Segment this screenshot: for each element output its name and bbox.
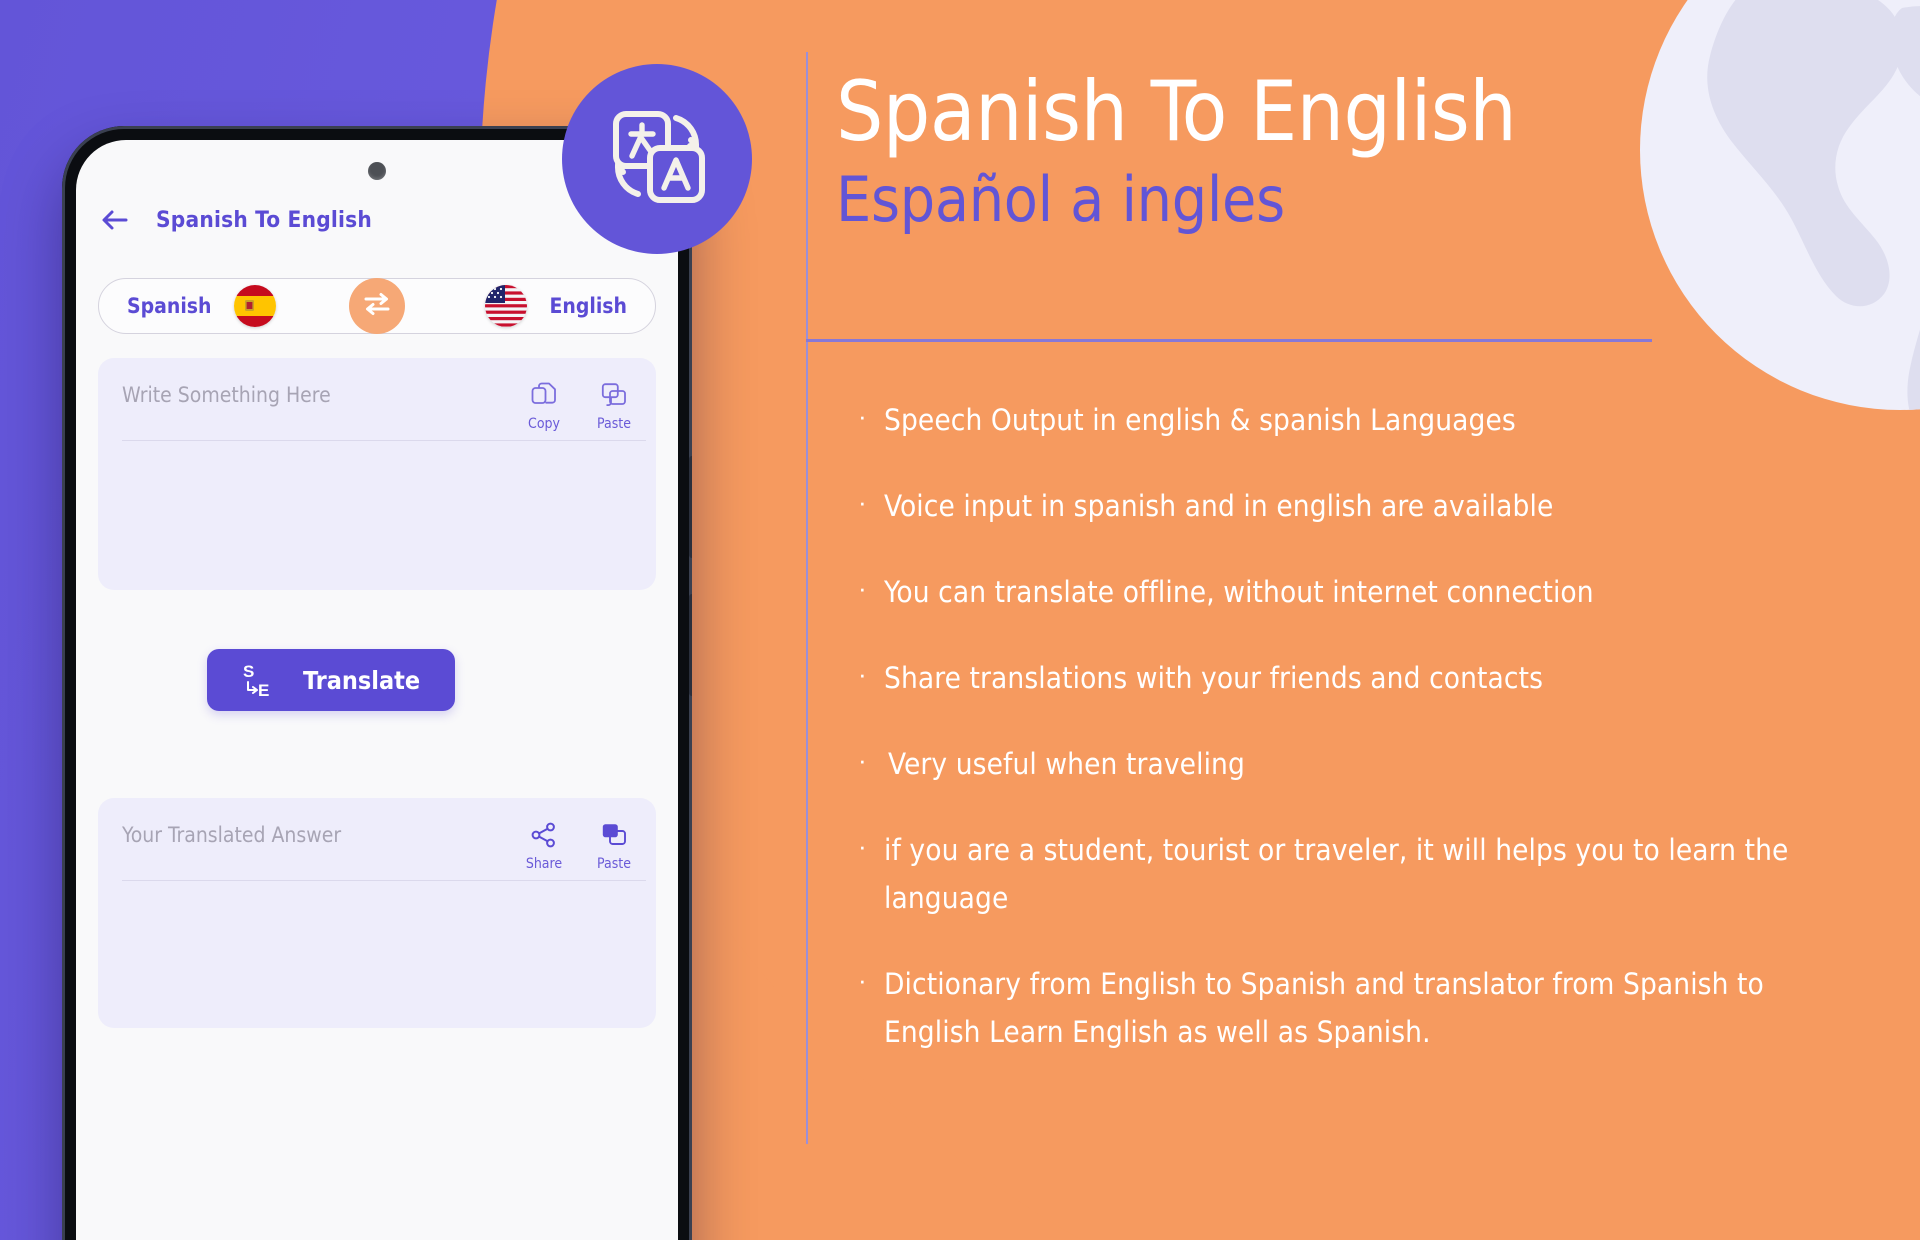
phone-mockup: Spanish To English Spanish English Write… — [62, 126, 692, 1240]
list-item: · You can translate offline, without int… — [858, 568, 1868, 616]
translate-button[interactable]: S E Translate — [207, 649, 455, 711]
phone-screen: Spanish To English Spanish English Write… — [76, 140, 678, 1240]
source-language-label: Spanish — [127, 294, 212, 318]
source-text-input[interactable]: Write Something Here — [122, 380, 522, 407]
source-text-box[interactable]: Write Something Here Copy Paste — [98, 358, 656, 590]
app-icon-badge — [562, 64, 752, 254]
paste-button[interactable]: Paste — [592, 820, 636, 872]
feature-text: Dictionary from English to Spanish and t… — [884, 967, 1764, 1049]
page-subtitle: Español a ingles — [836, 162, 1285, 236]
source-text-tools: Copy Paste — [522, 380, 636, 432]
paste-label: Paste — [597, 856, 631, 872]
list-item: · if you are a student, tourist or trave… — [858, 826, 1868, 922]
bullet-icon: · — [858, 965, 867, 995]
bullet-icon: · — [858, 659, 867, 689]
source-box-divider — [122, 440, 646, 442]
s-to-e-icon: S E — [239, 660, 285, 700]
target-language-group[interactable]: English — [485, 285, 627, 327]
list-item: · Share translations with your friends a… — [858, 654, 1868, 702]
feature-text: Share translations with your friends and… — [884, 661, 1543, 695]
svg-text:E: E — [258, 681, 269, 700]
paste-label: Paste — [597, 416, 631, 432]
bullet-icon: · — [858, 745, 867, 775]
list-item: · Dictionary from English to Spanish and… — [858, 960, 1868, 1056]
horizontal-divider — [806, 339, 1652, 342]
feature-text: You can translate offline, without inter… — [884, 575, 1594, 609]
bullet-icon: · — [858, 831, 867, 861]
copy-icon — [531, 380, 557, 410]
translated-text-box[interactable]: Your Translated Answer Share Paste — [98, 798, 656, 1028]
translated-text-output: Your Translated Answer — [122, 823, 342, 847]
paste-icon — [601, 820, 627, 850]
feature-text: Speech Output in english & spanish Langu… — [884, 403, 1516, 437]
paste-button[interactable]: Paste — [592, 380, 636, 432]
share-button[interactable]: Share — [522, 820, 566, 872]
list-item: · Speech Output in english & spanish Lan… — [858, 396, 1868, 444]
usa-flag-icon — [485, 285, 528, 327]
phone-power-button — [689, 594, 692, 696]
copy-button[interactable]: Copy — [522, 380, 566, 432]
translate-icon — [598, 98, 716, 221]
swap-languages-button[interactable] — [349, 278, 405, 334]
feature-text: if you are a student, tourist or travele… — [884, 833, 1789, 915]
translated-text-tools: Share Paste — [522, 820, 636, 872]
feature-text: Very useful when traveling — [888, 747, 1245, 781]
bullet-icon: · — [858, 487, 867, 517]
vertical-divider — [806, 52, 808, 1144]
camera-icon — [368, 162, 386, 180]
paste-icon — [601, 380, 627, 410]
feature-list: · Speech Output in english & spanish Lan… — [858, 396, 1868, 1094]
source-language-group[interactable]: Spanish — [127, 285, 276, 327]
share-label: Share — [525, 856, 563, 872]
spain-flag-icon — [233, 285, 276, 327]
bullet-icon: · — [858, 573, 867, 603]
translate-button-label: Translate — [303, 665, 421, 695]
app-title: Spanish To English — [156, 207, 373, 233]
back-arrow-icon[interactable] — [98, 203, 132, 237]
page-title: Spanish To English — [836, 63, 1517, 160]
translated-box-divider — [122, 880, 646, 882]
swap-arrows-icon — [360, 287, 394, 326]
list-item: · Very useful when traveling — [858, 740, 1868, 788]
phone-volume-button — [689, 456, 692, 558]
promo-title-block: Spanish To English Español a ingles — [836, 63, 1836, 236]
bullet-icon: · — [858, 401, 867, 431]
target-language-label: English — [549, 294, 627, 318]
list-item: · Voice input in spanish and in english … — [858, 482, 1868, 530]
share-icon — [531, 820, 557, 850]
svg-text:S: S — [243, 662, 254, 681]
copy-label: Copy — [528, 416, 560, 432]
language-selector-bar[interactable]: Spanish English — [98, 278, 656, 334]
feature-text: Voice input in spanish and in english ar… — [884, 489, 1554, 523]
promo-stage: Spanish To English Español a ingles · Sp… — [0, 0, 1920, 1240]
